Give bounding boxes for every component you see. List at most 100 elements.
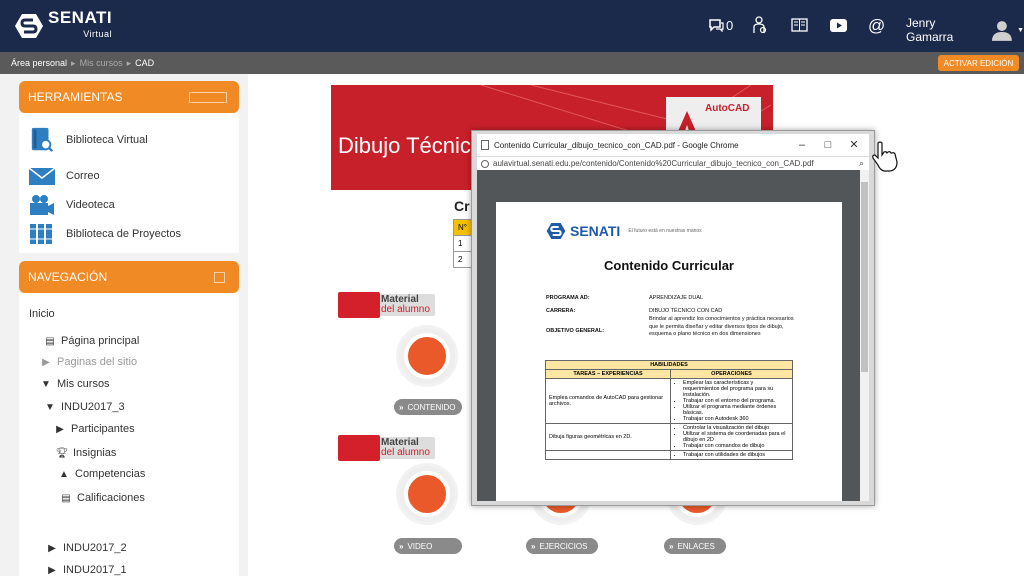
content-circle-button[interactable] bbox=[396, 325, 458, 387]
close-icon[interactable]: ✕ bbox=[843, 136, 865, 154]
autocad-label: AutoCAD bbox=[705, 103, 750, 114]
pdf-viewer[interactable]: SENATI El futuro está en nuestras manos … bbox=[477, 170, 869, 501]
instructor-icon bbox=[753, 16, 767, 34]
breadcrumb-current: CAD bbox=[135, 58, 155, 68]
senati-logo[interactable]: SENATI Virtual bbox=[14, 9, 112, 42]
instructor-button[interactable] bbox=[753, 14, 767, 36]
youtube-icon bbox=[830, 18, 847, 32]
tool-project-library[interactable]: Biblioteca de Proyectos bbox=[29, 221, 181, 247]
pdf-scrollbar[interactable] bbox=[860, 170, 869, 501]
email-button[interactable]: @ bbox=[868, 14, 885, 36]
dock-block-icon[interactable] bbox=[214, 272, 225, 283]
nav-competencies[interactable]: ▲ Competencias bbox=[57, 468, 145, 480]
tool-label: Videoteca bbox=[66, 199, 115, 211]
nav-my-courses[interactable]: ▼ Mis cursos bbox=[39, 378, 110, 390]
pdf-field-label: CARRERA: bbox=[546, 308, 576, 314]
table-row: Dibuja figuras geométricas en 2D. Contro… bbox=[545, 423, 793, 451]
nav-label: Inicio bbox=[29, 308, 55, 320]
chat-icon bbox=[709, 19, 724, 32]
messages-button[interactable]: 0 bbox=[708, 14, 733, 36]
button-label: CONTENIDO bbox=[407, 402, 456, 412]
books-icon bbox=[30, 224, 52, 244]
links-button[interactable]: » ENLACES bbox=[664, 538, 726, 554]
ops-cell: Controlar la visualización del dibujo Ut… bbox=[670, 423, 793, 451]
pdf-popup-window[interactable]: Contenido Curricular_dibujo_tecnico_con_… bbox=[471, 130, 875, 506]
youtube-button[interactable] bbox=[830, 14, 847, 36]
tool-virtual-library[interactable]: Biblioteca Virtual bbox=[29, 127, 148, 153]
breadcrumb-separator: ▸ bbox=[126, 58, 132, 68]
minimize-icon[interactable]: – bbox=[791, 136, 813, 154]
skills-table-title: HABILIDADES bbox=[545, 360, 793, 370]
tools-block: Biblioteca Virtual Correo Videoteca Bibl… bbox=[19, 113, 239, 253]
user-menu[interactable]: Jenry Gamarra ▼ bbox=[906, 16, 1024, 44]
nav-badges[interactable]: 🏆︎ Insignias bbox=[55, 447, 117, 459]
nav-main-page[interactable]: ▤ Página principal bbox=[43, 335, 139, 347]
breadcrumb-bar: Área personal ▸ Mis cursos ▸ CAD bbox=[0, 52, 1024, 74]
nav-site-pages[interactable]: ▶ Paginas del sitio bbox=[39, 356, 137, 368]
content-button[interactable]: » CONTENIDO bbox=[394, 399, 462, 415]
nav-label: Competencias bbox=[75, 468, 146, 480]
nav-block-title: NAVEGACIÓN bbox=[28, 270, 108, 284]
skills-table: HABILIDADES TAREAS – EXPERIENCIAS OPERACI… bbox=[545, 360, 793, 460]
nav-participants[interactable]: ▶ Participantes bbox=[53, 423, 134, 435]
window-titlebar[interactable]: Contenido Curricular_dibujo_tecnico_con_… bbox=[477, 134, 869, 156]
grades-icon: ▤ bbox=[61, 492, 71, 504]
button-label: EJERCICIOS bbox=[539, 541, 588, 551]
task-cell bbox=[545, 450, 671, 460]
nav-block-header[interactable]: NAVEGACIÓN bbox=[19, 261, 239, 293]
ops-cell: Emplear las características y requerimie… bbox=[670, 378, 793, 424]
tool-label: Biblioteca de Proyectos bbox=[66, 228, 181, 240]
task-cell: Dibuja figuras geométricas en 2D. bbox=[545, 423, 671, 451]
ops-cell: Trabajar con utilidades de dibujos bbox=[670, 450, 793, 460]
table-cell: 2 bbox=[453, 251, 473, 268]
nav-course-indu2017-3[interactable]: ▼ INDU2017_3 bbox=[43, 401, 125, 413]
table-row: Trabajar con utilidades de dibujos bbox=[545, 450, 793, 460]
zoom-icon[interactable]: ⌕ bbox=[859, 158, 864, 169]
tools-block-title: HERRAMIENTAS bbox=[28, 90, 123, 104]
info-icon[interactable] bbox=[481, 159, 489, 168]
pdf-field-value: Brindar al aprendiz los conocimientos y … bbox=[649, 316, 794, 337]
enable-editing-button[interactable]: ACTIVAR EDICIÓN bbox=[938, 55, 1019, 71]
student-material-badge: Material del alumno bbox=[338, 435, 438, 461]
nav-course-indu2017-2[interactable]: ▶ INDU2017_2 bbox=[45, 542, 126, 554]
nav-home[interactable]: Inicio bbox=[29, 308, 55, 320]
nav-label: Mis cursos bbox=[57, 378, 110, 390]
user-name: Jenry Gamarra bbox=[906, 16, 954, 44]
video-circle-button[interactable] bbox=[396, 463, 458, 525]
breadcrumb-separator: ▸ bbox=[71, 58, 76, 68]
virtual-library-icon bbox=[31, 127, 54, 152]
messages-count: 0 bbox=[726, 17, 734, 33]
task-cell: Emplea comandos de AutoCAD para gestiona… bbox=[545, 378, 671, 424]
caret-down-icon: ▼ bbox=[45, 401, 55, 413]
maximize-icon[interactable]: □ bbox=[817, 136, 839, 154]
pdf-field-value: DIBUJO TÉCNICO CON CAD bbox=[649, 308, 723, 314]
scrollbar-thumb[interactable] bbox=[861, 182, 868, 372]
senati-logo-icon bbox=[15, 14, 43, 38]
double-chevron-icon: » bbox=[399, 541, 404, 551]
document-icon bbox=[481, 140, 489, 150]
video-button[interactable]: » VIDEO bbox=[394, 538, 462, 554]
block-controls-icon[interactable] bbox=[189, 92, 227, 103]
pdf-field-value: APRENDIZAJE DUAL bbox=[649, 295, 704, 301]
top-navbar: SENATI Virtual 0 @ Jenry Gamarra ▼ bbox=[0, 0, 1024, 52]
column-header: OPERACIONES bbox=[670, 369, 793, 379]
address-bar[interactable]: aulavirtual.senati.edu.pe/contenido/Cont… bbox=[477, 156, 869, 170]
tool-email[interactable]: Correo bbox=[29, 163, 100, 189]
book-icon bbox=[791, 18, 808, 32]
button-label: ENLACES bbox=[677, 541, 715, 551]
module-table: N° 1 2 bbox=[453, 219, 473, 268]
nav-course-indu2017-1[interactable]: ▶ INDU2017_1 bbox=[45, 564, 126, 576]
pdf-field-label: PROGRAMA AD: bbox=[546, 295, 590, 301]
window-title: Contenido Curricular_dibujo_tecnico_con_… bbox=[494, 140, 739, 150]
nav-grades[interactable]: ▤ Calificaciones bbox=[59, 492, 145, 504]
exercises-button[interactable]: » EJERCICIOS bbox=[526, 538, 598, 554]
tools-block-header[interactable]: HERRAMIENTAS bbox=[19, 81, 239, 113]
nav-label: Calificaciones bbox=[77, 492, 145, 504]
breadcrumb-courses[interactable]: Mis cursos bbox=[80, 58, 123, 68]
url-text: aulavirtual.senati.edu.pe/contenido/Cont… bbox=[493, 159, 814, 168]
library-button[interactable] bbox=[791, 14, 808, 36]
caret-right-icon: ▶ bbox=[48, 542, 56, 554]
tool-video-library[interactable]: Videoteca bbox=[29, 192, 115, 218]
breadcrumb-home[interactable]: Área personal bbox=[11, 58, 67, 68]
student-material-badge: Material del alumno bbox=[338, 292, 438, 318]
